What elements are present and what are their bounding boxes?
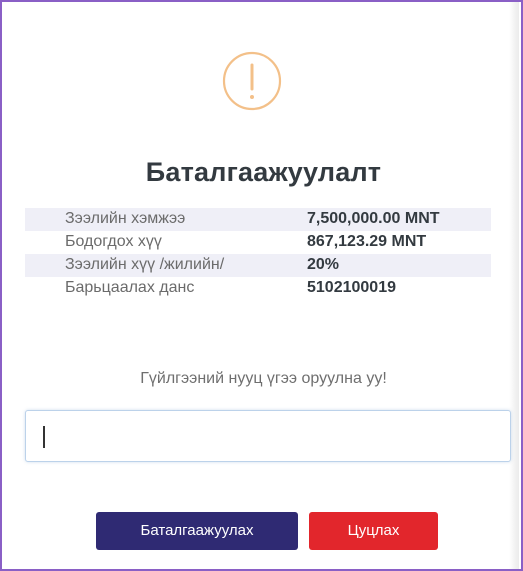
detail-label: Бодогдох хүү xyxy=(65,233,162,250)
detail-label: Барьцаалах данс xyxy=(65,279,195,296)
detail-label: Зээлийн хэмжээ xyxy=(65,210,186,227)
detail-label: Зээлийн хүү /жилийн/ xyxy=(65,256,225,273)
detail-value: 5102100019 xyxy=(307,279,396,296)
detail-value: 867,123.29 MNT xyxy=(307,233,427,250)
confirm-button[interactable]: Баталгаажуулах xyxy=(96,512,298,550)
password-prompt: Гүйлгээний нууц үгээ оруулна уу! xyxy=(140,370,387,387)
dialog-title: Баталгаажуулалт xyxy=(145,157,382,187)
dialog-edge-shadow xyxy=(509,2,519,569)
detail-row-annual-rate: Зээлийн хүү /жилийн/ 20% xyxy=(25,254,491,277)
detail-value: 20% xyxy=(307,256,340,273)
detail-row-loan-amount: Зээлийн хэмжээ 7,500,000.00 MNT xyxy=(25,208,491,231)
detail-row-collateral-account: Барьцаалах данс 5102100019 xyxy=(25,277,491,300)
confirmation-dialog: Баталгаажуулалт Зээлийн хэмжээ 7,500,000… xyxy=(0,0,523,571)
detail-row-interest: Бодогдох хүү 867,123.29 MNT xyxy=(25,231,491,254)
cancel-button[interactable]: Цуцлах xyxy=(309,512,438,550)
text-caret xyxy=(43,426,45,448)
detail-value: 7,500,000.00 MNT xyxy=(307,210,440,227)
loan-details: Зээлийн хэмжээ 7,500,000.00 MNT Бодогдох… xyxy=(25,208,491,300)
transaction-password-input[interactable] xyxy=(25,410,511,462)
exclamation-circle-icon xyxy=(222,51,282,111)
